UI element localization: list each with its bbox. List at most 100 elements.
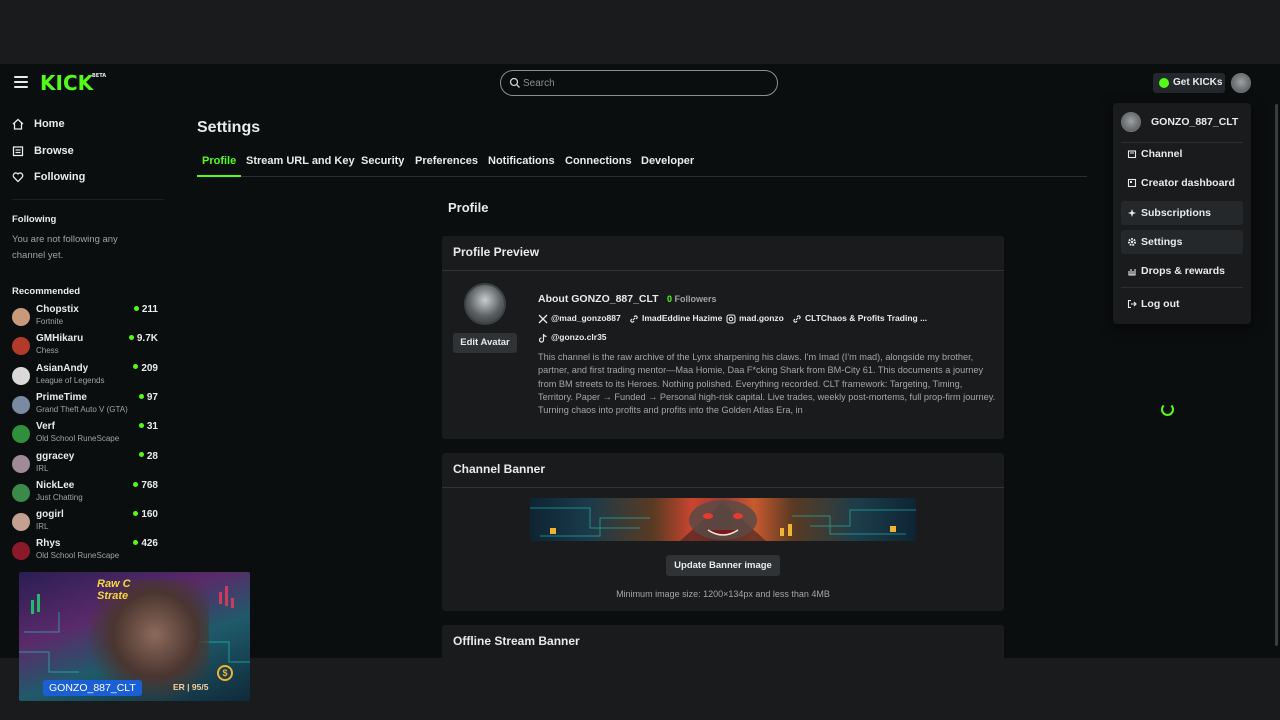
overlay-line: Strate [97,590,129,602]
channel-category: IRL [36,522,49,532]
x-icon [538,314,548,324]
social-link-text: CLTChaos & Profits Trading ... [805,313,928,323]
tab-connections[interactable]: Connections [560,151,637,177]
recommended-channel[interactable]: Verf Old School RuneScape 31 [12,421,162,447]
avatar [1121,112,1141,132]
following-heading: Following [12,214,57,225]
coin-icon: $ [217,665,233,681]
sidebar-divider [12,199,164,200]
channel-category: Fortnite [36,317,64,326]
logo-text: KICK [40,71,94,95]
kicks-coin-icon [1159,78,1169,88]
scrollbar-thumb[interactable] [1275,104,1278,646]
viewer-number: 209 [141,362,158,374]
social-link-text: ImadEddine Hazime [642,313,723,323]
menu-item-channel[interactable]: Channel [1121,142,1243,166]
page-scrollbar[interactable] [1275,104,1279,646]
social-link-instagram[interactable]: mad.gonzo [726,313,784,324]
profile-preview-card: Profile Preview Edit Avatar About GONZO_… [442,236,1004,439]
menu-item-drops-rewards[interactable]: Drops & rewards [1121,259,1243,283]
overlay-text: Raw C Strate [97,578,131,602]
banner-artwork [530,500,916,541]
avatar [12,308,30,326]
user-avatar-button[interactable] [1231,73,1251,93]
tab-security[interactable]: Security [356,151,409,177]
channel-name: gogirl [36,509,64,521]
sidebar-item-following[interactable]: Following [12,167,85,187]
overlay-line: Raw C [97,578,131,590]
menu-item-creator-dashboard[interactable]: Creator dashboard [1121,171,1243,195]
tiktok-icon [538,333,547,343]
avatar [12,542,30,561]
recommended-channel[interactable]: PrimeTime Grand Theft Auto V (GTA) 97 [12,392,162,418]
tab-stream-url-and-key[interactable]: Stream URL and Key [241,151,360,177]
sidebar-item-browse[interactable]: Browse [12,141,74,161]
gear-icon [1128,238,1136,246]
tab-notifications[interactable]: Notifications [483,151,560,177]
social-link-text: mad.gonzo [739,313,784,323]
menu-item-subscriptions[interactable]: Subscriptions [1121,201,1243,225]
social-link-website[interactable]: ImadEddine Hazime [629,313,722,323]
about-title: About GONZO_887_CLT [538,293,659,305]
kick-logo[interactable]: KICK BETA [40,71,106,95]
followers-label: Followers [674,294,717,304]
card-heading: Profile Preview [442,236,1004,271]
sidebar-item-label: Home [34,118,65,130]
menu-item-settings[interactable]: Settings [1121,230,1243,254]
recommended-channel[interactable]: ggracey IRL 28 [12,451,162,477]
tab-profile[interactable]: Profile [197,151,242,177]
viewer-number: 211 [141,304,158,315]
channel-category: Just Chatting [36,492,83,502]
social-link-tiktok[interactable]: @gonzo.clr35 [538,332,607,343]
channel-category: IRL [36,463,49,473]
logout-button[interactable]: Log out [1121,292,1243,316]
channel-name: NickLee [36,479,75,491]
user-menu-header[interactable]: GONZO_887_CLT [1121,112,1238,132]
search-input[interactable] [523,75,763,91]
settings-tabs: Profile Stream URL and Key Security Pref… [197,151,1087,177]
recommended-heading: Recommended [12,286,81,297]
social-link-x[interactable]: @mad_gonzo887 [538,313,621,324]
link-icon [793,315,801,323]
recommended-channel[interactable]: GMHikaru Chess 9.7K [12,333,162,359]
recommended-channel[interactable]: AsianAndy League of Legends 209 [12,363,162,389]
heart-icon [12,172,24,183]
tab-developer[interactable]: Developer [636,151,699,177]
channel-tag[interactable]: GONZO_887_CLT [43,680,142,696]
menu-item-label: Channel [1141,148,1183,160]
hamburger-menu-icon[interactable] [14,76,28,90]
followers-number: 0 [667,294,673,304]
sidebar-item-home[interactable]: Home [12,114,65,134]
profile-bio: This channel is the raw archive of the L… [538,352,996,416]
recommended-channel[interactable]: Rhys Old School RuneScape 426 [12,538,162,564]
viewer-count: 9.7K [128,333,158,344]
channel-name: ggracey [36,450,75,462]
channel-category: Grand Theft Auto V (GTA) [36,404,128,414]
menu-item-label: Settings [1141,236,1183,248]
get-kicks-button[interactable]: Get KICKs [1153,73,1225,93]
search-icon [509,77,520,88]
page-title: Settings [197,119,261,136]
mini-player[interactable]: Raw C Strate $ ER | 95/5 GONZO_887_CLT [19,572,250,701]
viewer-count: 160 [133,509,158,520]
viewer-number: 160 [141,509,158,521]
live-dot-icon [133,305,139,311]
beta-badge: BETA [92,73,107,79]
top-strip [0,0,1280,64]
search-box[interactable] [500,70,778,96]
update-banner-button[interactable]: Update Banner image [666,555,780,576]
social-link-discord[interactable]: CLTChaos & Profits Trading ... [792,313,927,323]
channel-name: Rhys [36,538,61,550]
recommended-channel[interactable]: Chopstix Fortnite 211 [12,304,162,330]
live-dot-icon [138,393,144,399]
logout-icon [1127,299,1137,309]
social-link-text: @gonzo.clr35 [551,332,607,342]
tab-preferences[interactable]: Preferences [410,151,483,177]
viewer-count: 97 [138,392,158,403]
avatar [12,425,30,444]
recommended-channel[interactable]: NickLee Just Chatting 768 [12,480,162,506]
edit-avatar-button[interactable]: Edit Avatar [453,333,517,353]
avatar [12,337,30,356]
recommended-channel[interactable]: gogirl IRL 160 [12,509,162,535]
viewer-count: 768 [133,480,158,491]
